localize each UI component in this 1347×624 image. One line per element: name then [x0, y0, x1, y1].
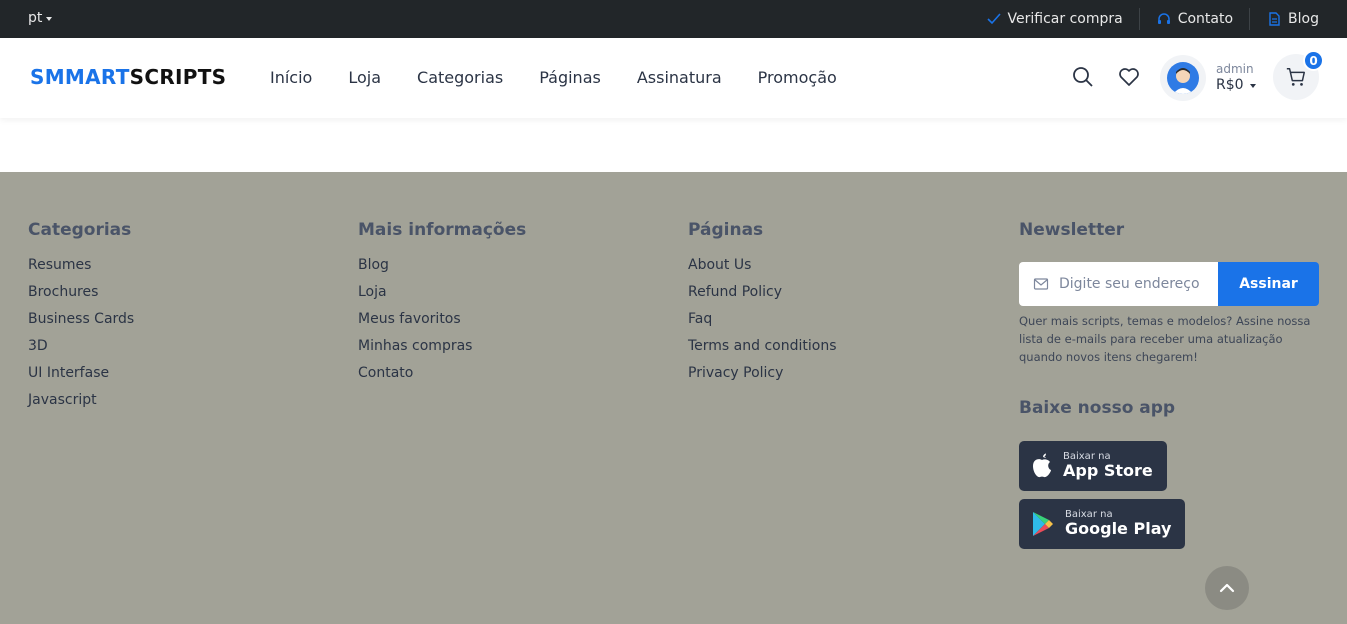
headset-icon — [1157, 13, 1170, 24]
nav-item-inicio[interactable]: Início — [270, 68, 312, 87]
nav-item-categorias[interactable]: Categorias — [417, 68, 503, 87]
user-balance: R$0 — [1216, 76, 1244, 93]
verify-purchase-label: Verificar compra — [1007, 11, 1123, 27]
footer-link[interactable]: Loja — [358, 284, 526, 311]
footer-categories: Categorias Resumes Brochures Business Ca… — [28, 220, 134, 419]
scroll-to-top-button[interactable] — [1205, 566, 1249, 610]
caret-down-icon — [46, 16, 53, 21]
cart-count-badge: 0 — [1303, 50, 1324, 71]
check-icon — [986, 13, 1001, 25]
footer-link[interactable]: Minhas compras — [358, 338, 526, 365]
top-links: Verificar compra Contato Blog — [970, 0, 1319, 38]
newsletter-form: Assinar — [1019, 262, 1319, 306]
footer-link[interactable]: Contato — [358, 365, 526, 392]
footer-more-info: Mais informações Blog Loja Meus favorito… — [358, 220, 526, 392]
blog-label: Blog — [1288, 11, 1319, 27]
avatar — [1160, 55, 1206, 101]
cart-icon — [1286, 68, 1305, 86]
top-bar: pt Verificar compra Contato Blog — [0, 0, 1347, 38]
footer-link[interactable]: Business Cards — [28, 311, 134, 338]
caret-down-icon — [1249, 83, 1256, 88]
heart-icon[interactable] — [1117, 65, 1141, 89]
main-nav: Início Loja Categorias Páginas Assinatur… — [270, 68, 837, 87]
nav-item-promocao[interactable]: Promoção — [758, 68, 837, 87]
google-play-icon — [1033, 512, 1053, 536]
footer: Categorias Resumes Brochures Business Ca… — [0, 172, 1347, 624]
google-play-label: Google Play — [1065, 519, 1172, 539]
footer-link[interactable]: Brochures — [28, 284, 134, 311]
footer-link[interactable]: About Us — [688, 257, 837, 284]
search-icon[interactable] — [1071, 65, 1095, 89]
footer-more-info-title: Mais informações — [358, 220, 527, 240]
app-download-title: Baixe nosso app — [1019, 398, 1176, 418]
apple-icon — [1033, 453, 1051, 478]
nav-item-loja[interactable]: Loja — [348, 68, 381, 87]
footer-link[interactable]: UI Interfase — [28, 365, 134, 392]
footer-categories-title: Categorias — [28, 220, 132, 240]
contact-label: Contato — [1177, 11, 1234, 27]
site-logo[interactable]: SMMARTSCRIPTS — [30, 65, 226, 89]
mail-icon — [1033, 278, 1049, 290]
footer-link[interactable]: Resumes — [28, 257, 134, 284]
footer-link[interactable]: Faq — [688, 311, 837, 338]
user-name: admin — [1216, 61, 1254, 76]
user-avatar-icon — [1173, 68, 1193, 94]
verify-purchase-link[interactable]: Verificar compra — [970, 8, 1139, 30]
app-store-button[interactable]: Baixar na App Store — [1019, 441, 1167, 491]
blog-link[interactable]: Blog — [1249, 8, 1319, 30]
footer-pages: Páginas About Us Refund Policy Faq Terms… — [688, 220, 837, 392]
subscribe-button[interactable]: Assinar — [1218, 262, 1319, 306]
footer-link[interactable]: Terms and conditions — [688, 338, 837, 365]
footer-link[interactable]: 3D — [28, 338, 134, 365]
footer-newsletter: Newsletter — [1019, 220, 1124, 257]
logo-part-2: SCRIPTS — [129, 65, 227, 89]
footer-pages-title: Páginas — [688, 220, 764, 240]
app-store-label: App Store — [1063, 461, 1153, 481]
footer-link[interactable]: Blog — [358, 257, 526, 284]
newsletter-description: Quer mais scripts, temas e modelos? Assi… — [1019, 314, 1311, 364]
user-menu[interactable]: admin R$0 — [1160, 55, 1256, 101]
newsletter-email-input[interactable] — [1059, 276, 1204, 292]
language-selector[interactable]: pt — [28, 10, 53, 26]
google-play-button[interactable]: Baixar na Google Play — [1019, 499, 1186, 549]
nav-item-paginas[interactable]: Páginas — [539, 68, 601, 87]
newsletter-title: Newsletter — [1019, 220, 1125, 240]
footer-link[interactable]: Privacy Policy — [688, 365, 837, 392]
footer-link[interactable]: Meus favoritos — [358, 311, 526, 338]
footer-link[interactable]: Javascript — [28, 392, 134, 419]
footer-link[interactable]: Refund Policy — [688, 284, 837, 311]
chevron-up-icon — [1219, 583, 1235, 593]
main-header: SMMARTSCRIPTS Início Loja Categorias Pág… — [0, 38, 1347, 118]
nav-item-assinatura[interactable]: Assinatura — [637, 68, 722, 87]
contact-link[interactable]: Contato — [1138, 8, 1249, 30]
logo-part-1: SMMART — [30, 65, 130, 89]
language-label: pt — [28, 10, 43, 26]
document-icon — [1269, 12, 1280, 26]
